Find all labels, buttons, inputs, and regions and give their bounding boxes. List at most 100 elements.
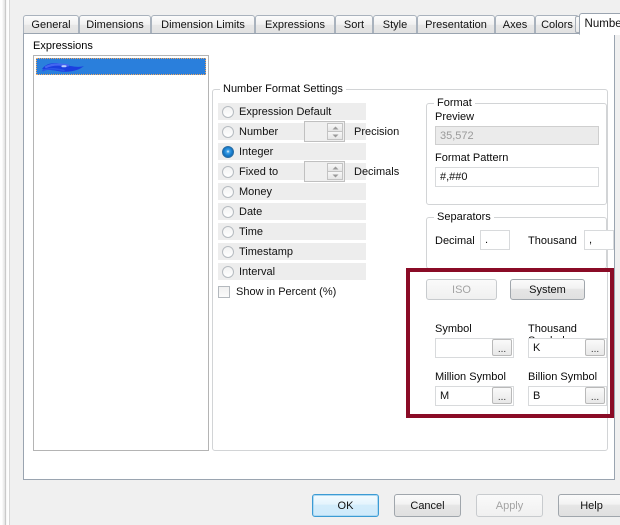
group-title: Format bbox=[434, 97, 475, 109]
triangle-up-icon bbox=[332, 126, 338, 129]
expressions-label: Expressions bbox=[33, 40, 93, 52]
help-button-label: Help bbox=[580, 499, 603, 512]
radio-expression-default[interactable]: Expression Default bbox=[218, 103, 366, 120]
radio-interval[interactable]: Interval bbox=[218, 263, 366, 280]
decimals-label: Decimals bbox=[354, 166, 400, 178]
billion-symbol-label: Billion Symbol bbox=[528, 371, 598, 383]
tab-label: Number bbox=[584, 18, 620, 30]
radio-integer[interactable]: Integer bbox=[218, 143, 366, 160]
symbol-field-wrap: ... bbox=[435, 338, 514, 358]
cancel-button-label: Cancel bbox=[410, 499, 445, 512]
triangle-down-icon bbox=[332, 134, 338, 137]
stepper-down-button[interactable] bbox=[327, 132, 343, 140]
tab-general[interactable]: General bbox=[23, 15, 79, 34]
radio-date[interactable]: Date bbox=[218, 203, 366, 220]
format-pattern-value: #,##0 bbox=[440, 171, 468, 183]
list-item[interactable] bbox=[36, 58, 206, 75]
group-title: Separators bbox=[434, 211, 494, 223]
preview-value: 35,572 bbox=[440, 129, 474, 142]
million-symbol-value: M bbox=[440, 390, 450, 402]
tab-label: General bbox=[31, 19, 71, 31]
number-tab-page: Expressions Number Format Settings Expre… bbox=[23, 33, 615, 480]
triangle-up-icon bbox=[332, 166, 338, 169]
radio-time[interactable]: Time bbox=[218, 223, 366, 240]
tab-label: Dimension Limits bbox=[161, 19, 245, 31]
expressions-list[interactable] bbox=[33, 55, 209, 451]
tab-style[interactable]: Style bbox=[373, 15, 417, 34]
stepper-buttons[interactable] bbox=[327, 123, 343, 140]
decimals-stepper[interactable] bbox=[304, 161, 345, 182]
symbol-label: Symbol bbox=[435, 323, 472, 335]
dialog-body: General Dimensions Dimension Limits Expr… bbox=[9, 0, 620, 525]
stepper-up-button[interactable] bbox=[327, 123, 343, 132]
ellipsis-icon: ... bbox=[590, 344, 600, 355]
preview-label: Preview bbox=[435, 111, 475, 123]
iso-button-label: ISO bbox=[452, 283, 471, 296]
decimal-separator-input[interactable]: . bbox=[480, 230, 510, 250]
thousand-separator-label: Thousand bbox=[528, 235, 577, 247]
decimal-separator-value: . bbox=[485, 234, 489, 246]
triangle-down-icon bbox=[332, 174, 338, 177]
preview-value-field: 35,572 bbox=[435, 126, 599, 145]
radio-label: Integer bbox=[239, 145, 274, 158]
tab-colors[interactable]: Colors bbox=[535, 15, 579, 34]
radio-indicator bbox=[222, 105, 234, 118]
system-button-label: System bbox=[529, 283, 566, 296]
tab-number[interactable]: Number bbox=[579, 13, 620, 35]
tab-label: Sort bbox=[343, 19, 365, 31]
radio-indicator bbox=[222, 265, 234, 278]
radio-timestamp[interactable]: Timestamp bbox=[218, 243, 366, 260]
tab-label: Axes bbox=[502, 19, 528, 31]
radio-indicator bbox=[222, 185, 234, 198]
radio-indicator bbox=[222, 225, 234, 238]
radio-label: Interval bbox=[239, 265, 276, 278]
ok-button[interactable]: OK bbox=[312, 494, 379, 517]
radio-label: Number bbox=[239, 125, 279, 138]
tab-label: Dimensions bbox=[86, 19, 144, 31]
stepper-down-button[interactable] bbox=[327, 172, 343, 180]
thousand-symbol-field-wrap: K ... bbox=[528, 338, 607, 358]
thousand-separator-value: , bbox=[589, 234, 593, 246]
system-button[interactable]: System bbox=[510, 279, 585, 300]
cancel-button[interactable]: Cancel bbox=[394, 494, 461, 517]
tab-sort[interactable]: Sort bbox=[335, 15, 373, 34]
show-in-percent-checkbox[interactable]: Show in Percent (%) bbox=[218, 286, 336, 298]
tab-presentation[interactable]: Presentation bbox=[417, 15, 495, 34]
radio-money[interactable]: Money bbox=[218, 183, 366, 200]
million-symbol-browse-button[interactable]: ... bbox=[492, 387, 512, 404]
apply-button[interactable]: Apply bbox=[476, 494, 543, 517]
precision-label: Precision bbox=[354, 126, 400, 138]
help-button[interactable]: Help bbox=[558, 494, 620, 517]
decimal-separator-label: Decimal bbox=[435, 235, 475, 247]
window-left-edge-line bbox=[5, 0, 6, 525]
tab-expressions[interactable]: Expressions bbox=[255, 15, 335, 34]
format-pattern-input[interactable]: #,##0 bbox=[435, 167, 599, 187]
radio-label: Fixed to bbox=[239, 165, 279, 178]
symbol-browse-button[interactable]: ... bbox=[492, 339, 512, 356]
ellipsis-icon: ... bbox=[497, 344, 507, 355]
tab-axes[interactable]: Axes bbox=[495, 15, 535, 34]
thousand-separator-input[interactable]: , bbox=[584, 230, 614, 250]
iso-button[interactable]: ISO bbox=[426, 279, 497, 300]
precision-stepper[interactable] bbox=[304, 121, 345, 142]
ok-button-label: OK bbox=[337, 499, 354, 512]
thousand-symbol-browse-button[interactable]: ... bbox=[585, 339, 605, 356]
checkbox-label: Show in Percent (%) bbox=[236, 286, 337, 298]
redaction-scribble-icon bbox=[42, 63, 84, 72]
stepper-buttons[interactable] bbox=[327, 163, 343, 180]
checkbox-indicator bbox=[218, 286, 230, 298]
tab-dimensions[interactable]: Dimensions bbox=[79, 15, 151, 34]
radio-indicator bbox=[222, 165, 234, 178]
stepper-up-button[interactable] bbox=[327, 163, 343, 172]
radio-indicator bbox=[222, 145, 234, 158]
ellipsis-icon: ... bbox=[497, 392, 507, 403]
number-format-dialog: General Dimensions Dimension Limits Expr… bbox=[0, 0, 620, 525]
separators-group: Separators Decimal . Thousand , bbox=[426, 211, 614, 269]
billion-symbol-browse-button[interactable]: ... bbox=[585, 387, 605, 404]
tab-dimension-limits[interactable]: Dimension Limits bbox=[151, 15, 255, 34]
radio-indicator bbox=[222, 125, 234, 138]
radio-indicator bbox=[222, 205, 234, 218]
group-title: Number Format Settings bbox=[220, 83, 346, 95]
tab-bar: General Dimensions Dimension Limits Expr… bbox=[23, 13, 620, 35]
radio-label: Timestamp bbox=[239, 245, 293, 258]
